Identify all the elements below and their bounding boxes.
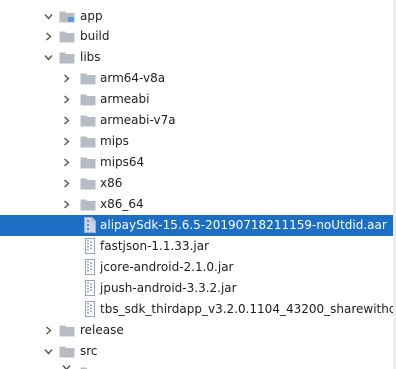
tree-node-label: mips64 (100, 155, 145, 169)
tree-node-label: release (80, 323, 124, 337)
tree-node-label: mips (100, 134, 129, 148)
tree-node-label: jpush-android-3.3.2.jar (100, 281, 237, 295)
tree-node-mips[interactable]: mips (0, 131, 396, 152)
tree-node-label: x86 (100, 176, 123, 190)
tree-node-label: build (80, 29, 110, 43)
chevron-down-icon[interactable] (43, 346, 54, 357)
tree-node-jpush-jar[interactable]: jpush-android-3.3.2.jar (0, 278, 396, 299)
tree-node-label: armeabi (100, 92, 150, 106)
chevron-down-icon[interactable] (43, 11, 54, 22)
tree-node-label: src (80, 344, 98, 358)
archive-file-icon (84, 217, 96, 233)
folder-icon (80, 113, 96, 127)
chevron-right-icon[interactable] (61, 157, 72, 168)
folder-icon (59, 344, 75, 358)
tree-node-label: arm64-v8a (100, 71, 166, 85)
tree-node-alipaysdk-aar[interactable]: alipaySdk-15.6.5-20190718211159-noUtdid.… (0, 215, 396, 236)
tree-node-label: tbs_sdk_thirdapp_v3.2.0.1104_43200_share… (100, 302, 396, 316)
tree-node-label: x86_64 (100, 197, 144, 211)
chevron-right-icon[interactable] (61, 199, 72, 210)
folder-icon (80, 155, 96, 169)
folder-icon (80, 197, 96, 211)
chevron-right-icon[interactable] (61, 73, 72, 84)
tree-node-src[interactable]: src (0, 341, 396, 362)
folder-icon (59, 50, 75, 64)
tree-node-label: jcore-android-2.1.0.jar (100, 260, 234, 274)
folder-icon (80, 176, 96, 190)
project-tree: app build libs arm64-v8a armeabi armeabi… (0, 0, 396, 369)
chevron-right-icon[interactable] (43, 325, 54, 336)
tree-node-partial (0, 361, 396, 369)
tree-node-jcore-jar[interactable]: jcore-android-2.1.0.jar (0, 257, 396, 278)
chevron-down-icon[interactable] (43, 52, 54, 63)
module-folder-icon (59, 9, 75, 23)
chevron-right-icon[interactable] (61, 115, 72, 126)
tree-node-libs[interactable]: libs (0, 47, 396, 68)
jar-file-icon (84, 238, 96, 254)
tree-node-label: fastjson-1.1.33.jar (100, 239, 210, 253)
tree-node-build[interactable]: build (0, 26, 396, 47)
folder-icon (80, 92, 96, 106)
chevron-right-icon[interactable] (61, 94, 72, 105)
tree-node-armeabi-v7a[interactable]: armeabi-v7a (0, 110, 396, 131)
chevron-right-icon[interactable] (61, 178, 72, 189)
tree-node-tbs-sdk-jar[interactable]: tbs_sdk_thirdapp_v3.2.0.1104_43200_share… (0, 299, 396, 320)
chevron-right-icon[interactable] (61, 136, 72, 147)
jar-file-icon (84, 280, 96, 296)
tree-node-label: app (80, 9, 103, 23)
tree-node-arm64-v8a[interactable]: arm64-v8a (0, 68, 396, 89)
folder-icon (59, 323, 75, 337)
tree-node-label: alipaySdk-15.6.5-20190718211159-noUtdid.… (100, 218, 387, 232)
tree-node-x86[interactable]: x86 (0, 173, 396, 194)
tree-node-label: armeabi-v7a (100, 113, 176, 127)
folder-icon (80, 365, 96, 369)
tree-node-release[interactable]: release (0, 320, 396, 341)
folder-icon (59, 29, 75, 43)
chevron-down-icon (61, 365, 72, 369)
tree-node-app[interactable]: app (0, 6, 396, 27)
chevron-right-icon[interactable] (43, 31, 54, 42)
jar-file-icon (84, 259, 96, 275)
tree-node-label: libs (80, 50, 101, 64)
folder-icon (80, 71, 96, 85)
tree-node-fastjson-jar[interactable]: fastjson-1.1.33.jar (0, 236, 396, 257)
folder-icon (80, 134, 96, 148)
jar-file-icon (84, 301, 96, 317)
tree-node-mips64[interactable]: mips64 (0, 152, 396, 173)
tree-node-x86-64[interactable]: x86_64 (0, 194, 396, 215)
tree-node-armeabi[interactable]: armeabi (0, 89, 396, 110)
